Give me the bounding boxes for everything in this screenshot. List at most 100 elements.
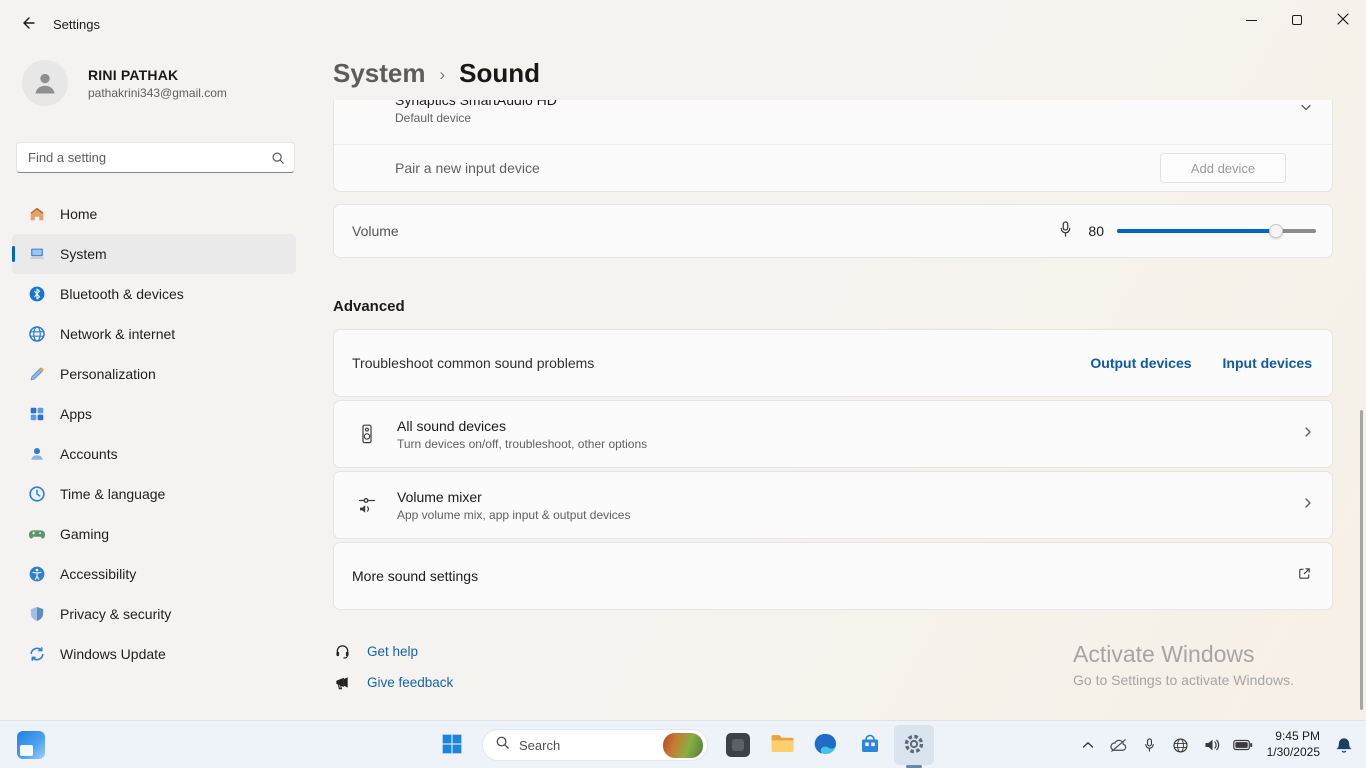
clock-time: 9:45 PM [1267,729,1320,745]
network-globe-icon [27,325,46,344]
personalization-icon [27,365,46,384]
sidebar-item-label: Apps [60,406,92,422]
sidebar-item-time-language[interactable]: Time & language [12,474,296,514]
sidebar-item-label: Accounts [60,446,118,462]
close-button[interactable] [1320,0,1366,40]
troubleshoot-label: Troubleshoot common sound problems [352,355,1090,371]
avatar [22,60,68,106]
speaker-icon[interactable] [1200,729,1224,761]
hidden-icons-chevron[interactable] [1076,729,1100,761]
all-sound-devices-subtitle: Turn devices on/off, troubleshoot, other… [397,437,1302,451]
scrollbar[interactable] [1360,410,1363,710]
minimize-icon [1246,20,1257,21]
volume-mixer-subtitle: App volume mix, app input & output devic… [397,508,1302,522]
pinned-app-dark-icon[interactable] [718,725,758,765]
sidebar-item-label: Home [60,206,97,222]
update-arrows-icon [27,645,46,664]
breadcrumb-system[interactable]: System [333,58,426,89]
microphone-tray-icon[interactable] [1138,729,1162,761]
sidebar-item-label: Gaming [60,526,109,542]
gamepad-icon [27,525,46,544]
volume-mixer-row[interactable]: Volume mixer App volume mix, app input &… [333,471,1333,539]
more-sound-settings-title: More sound settings [352,568,478,584]
edge-browser-icon[interactable] [806,725,846,765]
sidebar-item-system[interactable]: System [12,234,296,274]
search-icon [271,151,285,170]
advanced-heading: Advanced [333,298,1333,315]
sidebar-item-gaming[interactable]: Gaming [12,514,296,554]
onedrive-icon[interactable] [1107,729,1131,761]
give-feedback-row[interactable]: Give feedback [333,674,533,691]
input-devices-card: Synaptics SmartAudio HD Default device P… [333,100,1333,192]
sidebar-item-personalization[interactable]: Personalization [12,354,296,394]
widgets-icon[interactable] [17,731,45,759]
user-email: pathakrini343@gmail.com [88,86,227,100]
input-device-row[interactable]: Synaptics SmartAudio HD Default device [334,100,1332,145]
volume-slider[interactable] [1117,229,1316,233]
sidebar-item-label: Network & internet [60,326,175,342]
network-tray-icon[interactable] [1169,729,1193,761]
accessibility-icon [27,565,46,584]
sidebar-item-label: Time & language [60,486,165,502]
system-tray: 9:45 PM 1/30/2025 [1076,721,1356,768]
volume-mixer-title: Volume mixer [397,489,1302,505]
volume-card: Volume 80 [333,204,1333,258]
breadcrumb-separator-icon: › [440,62,446,85]
start-button[interactable] [432,725,472,765]
close-icon [1337,13,1349,28]
user-profile[interactable]: RINI PATHAK pathakrini343@gmail.com [22,60,282,106]
accounts-icon [27,445,46,464]
home-icon [27,205,46,224]
sidebar-item-accessibility[interactable]: Accessibility [12,554,296,594]
feedback-icon [333,674,351,691]
sidebar-item-windows-update[interactable]: Windows Update [12,634,296,674]
settings-search [16,142,295,173]
help-footer: Get help Give feedback [333,643,1333,691]
settings-app-icon[interactable] [894,725,934,765]
input-device-status: Default device [395,111,1300,125]
taskbar-center: Search [432,725,934,765]
apps-icon [27,405,46,424]
system-icon [27,245,46,264]
notifications-bell-icon[interactable] [1332,729,1356,761]
back-button[interactable] [12,9,46,39]
sidebar-item-label: Privacy & security [60,606,171,622]
taskbar-clock[interactable]: 9:45 PM 1/30/2025 [1267,729,1320,760]
get-help-link[interactable]: Get help [367,644,418,659]
all-sound-devices-row[interactable]: All sound devices Turn devices on/off, t… [333,400,1333,468]
settings-search-input[interactable] [17,143,294,172]
sidebar-item-network-internet[interactable]: Network & internet [12,314,296,354]
sidebar-item-apps[interactable]: Apps [12,394,296,434]
sidebar-item-accounts[interactable]: Accounts [12,434,296,474]
sidebar-item-privacy-security[interactable]: Privacy & security [12,594,296,634]
minimize-button[interactable] [1228,0,1274,40]
sidebar-item-home[interactable]: Home [12,194,296,234]
volume-mixer-icon [354,495,380,515]
taskbar-search-label: Search [519,738,654,753]
maximize-button[interactable] [1274,0,1320,40]
add-device-button[interactable]: Add device [1160,153,1286,183]
output-devices-link[interactable]: Output devices [1090,355,1191,371]
volume-value: 80 [1086,223,1104,239]
search-highlight-image[interactable] [663,733,703,758]
battery-icon[interactable] [1231,729,1255,761]
external-link-icon [1297,566,1312,586]
sidebar-nav: Home System Bluetooth & devices Network … [0,194,300,674]
all-sound-devices-title: All sound devices [397,418,1302,434]
sidebar-item-label: Personalization [60,366,156,382]
give-feedback-link[interactable]: Give feedback [367,675,453,690]
more-sound-settings-row[interactable]: More sound settings [333,542,1333,610]
sidebar-item-bluetooth-devices[interactable]: Bluetooth & devices [12,274,296,314]
microsoft-store-icon[interactable] [850,725,890,765]
input-devices-link[interactable]: Input devices [1223,355,1312,371]
file-explorer-icon[interactable] [762,725,802,765]
chevron-right-icon [1302,496,1314,514]
person-icon [31,69,59,97]
maximize-icon [1292,15,1302,25]
get-help-row[interactable]: Get help [333,643,533,660]
taskbar-search[interactable]: Search [482,729,708,761]
sidebar-item-label: Accessibility [60,566,136,582]
sidebar-item-label: Windows Update [60,646,166,662]
volume-slider-thumb[interactable] [1269,224,1283,238]
pair-new-input-device-row: Pair a new input device Add device [334,145,1332,191]
